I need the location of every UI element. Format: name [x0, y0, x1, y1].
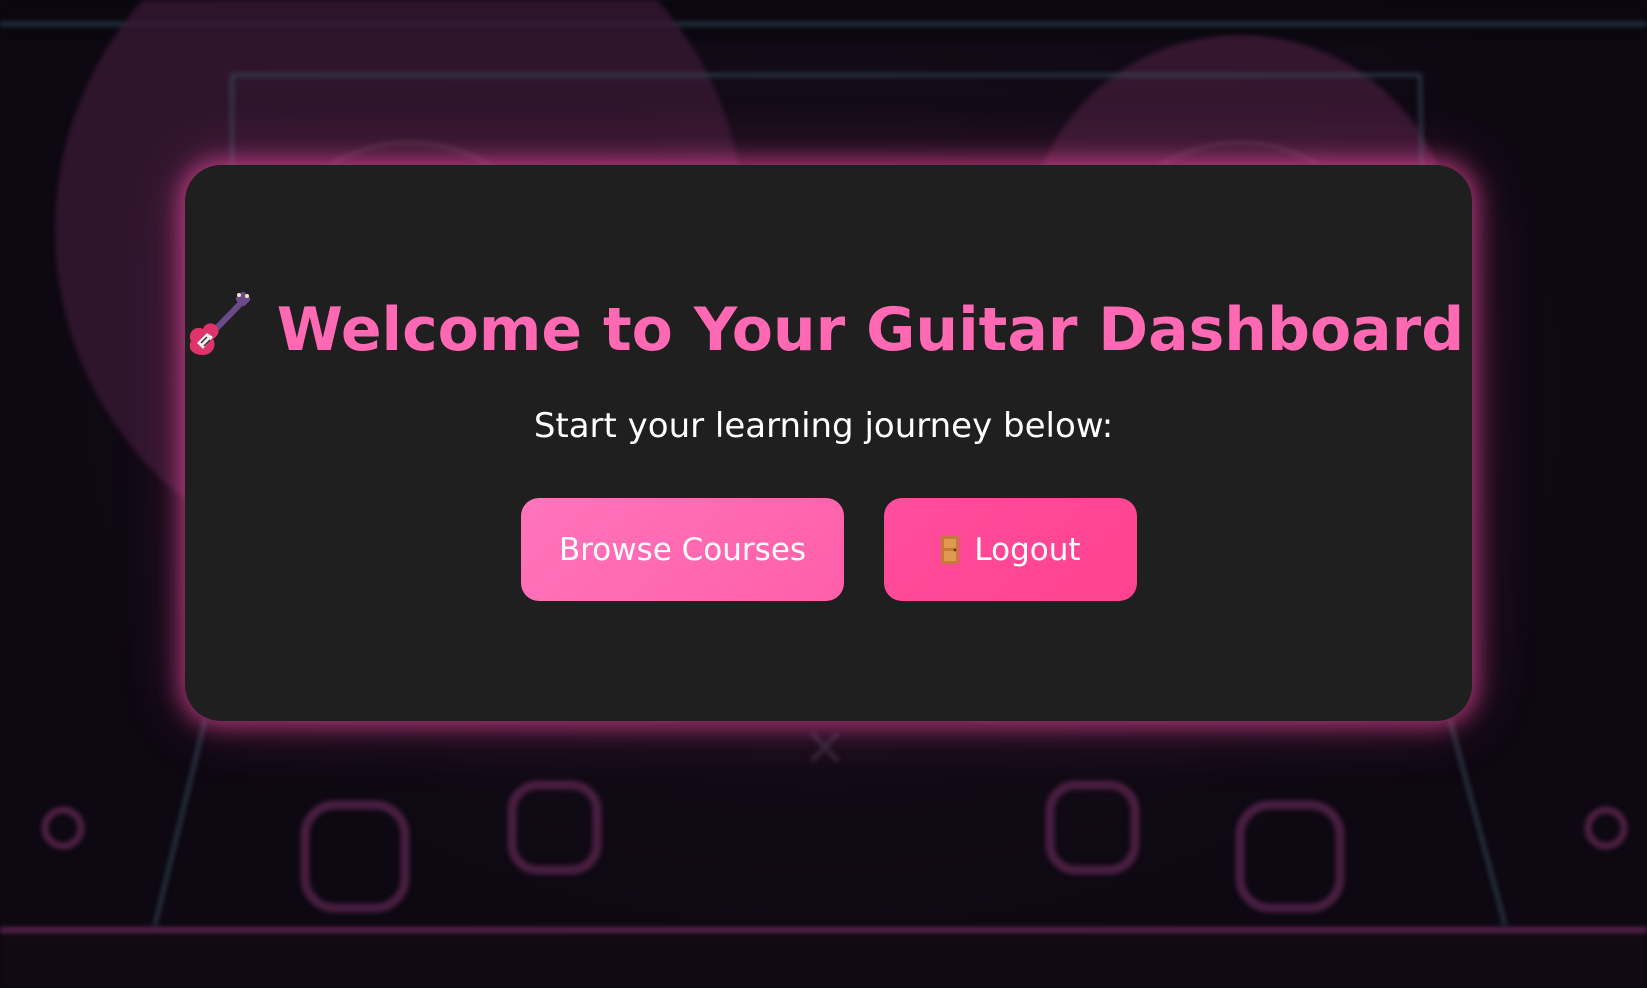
- page: Welcome to Your Guitar Dashboard Start y…: [0, 0, 1647, 988]
- logout-label: Logout: [974, 531, 1081, 568]
- door-icon: [941, 535, 960, 564]
- browse-courses-button[interactable]: Browse Courses: [521, 498, 844, 601]
- browse-courses-label: Browse Courses: [558, 531, 807, 568]
- logout-button[interactable]: Logout: [884, 498, 1137, 601]
- page-title-text: Welcome to Your Guitar Dashboard: [276, 295, 1465, 365]
- page-title: Welcome to Your Guitar Dashboard: [0, 290, 1647, 370]
- guitar-icon: [189, 292, 251, 356]
- subtitle: Start your learning journey below:: [533, 406, 1114, 446]
